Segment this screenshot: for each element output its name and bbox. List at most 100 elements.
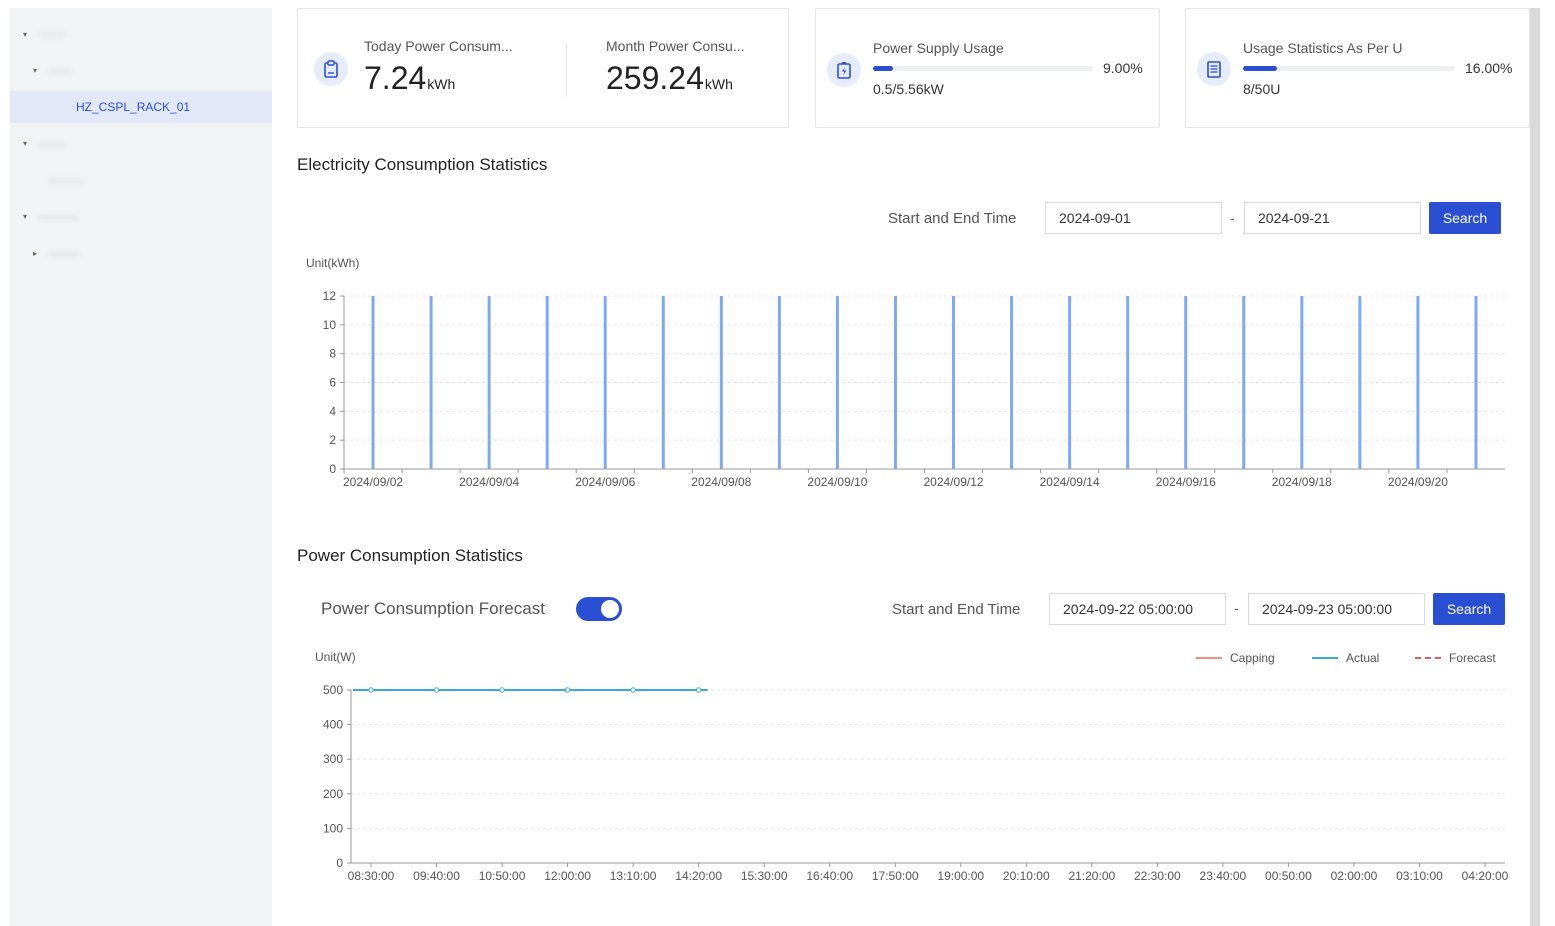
x-tick-label: 09:40:00 [413,869,460,883]
x-tick-label: 04:20:00 [1462,869,1509,883]
y-tick-label: 200 [323,787,343,801]
electricity-date-separator: - [1230,210,1235,226]
x-tick-label: 2024/09/20 [1388,475,1448,489]
x-tick-label: 2024/09/10 [807,475,867,489]
y-tick-label: 4 [329,404,336,418]
y-tick-label: 2 [329,433,336,447]
y-tick-label: 100 [323,821,343,835]
tree-node[interactable]: HZ_CSPL_RACK_01 [10,91,272,123]
server-rack-icon [1197,52,1231,86]
u-usage-progress [1243,66,1455,71]
tree-node-label: ······ [48,63,72,78]
bar [661,296,665,469]
x-tick-label: 2024/09/16 [1156,475,1216,489]
actual-point [499,687,505,693]
consumption-card: Today Power Consum... 7.24kWh Month Powe… [297,8,789,128]
y-tick-label: 12 [323,289,337,303]
caret-down-icon[interactable]: ▾ [20,30,30,39]
x-tick-label: 19:00:00 [937,869,984,883]
tree-node-label: ······· [38,27,66,41]
actual-point [564,687,571,693]
electricity-search-button[interactable]: Search [1429,202,1501,234]
y-axis-unit-label: Unit(W) [315,650,356,664]
caret-right-icon[interactable]: ▸ [30,249,40,258]
u-usage-value: 8/50U [1243,81,1281,97]
caret-down-icon[interactable]: ▾ [20,212,30,221]
tree-node[interactable]: ▾ ······· [10,18,272,50]
card-divider [566,43,567,97]
month-consumption-label: Month Power Consu... [606,38,745,54]
bar [1358,296,1362,469]
u-usage-card: Usage Statistics As Per U 16.00% 8/50U [1185,8,1530,128]
bar [835,296,839,469]
bar [1300,296,1304,469]
x-tick-label: 10:50:00 [479,869,526,883]
x-tick-label: 03:10:00 [1396,869,1443,883]
tree-node[interactable]: ▾ ······ [10,55,272,87]
page-scrollbar[interactable] [1530,8,1540,926]
power-supply-value: 0.5/5.56kW [873,81,944,97]
actual-point [630,687,636,693]
tree-node[interactable]: ▾ ·········· [10,201,272,233]
clipboard-icon [314,52,348,86]
month-consumption-unit: kWh [704,76,733,92]
x-tick-label: 13:10:00 [610,869,657,883]
bar [487,296,491,469]
today-consumption-label: Today Power Consum... [364,38,513,54]
power-line-chart: Unit(W) 0 100 200 300 400 500 08:30:00 09:40:00 1… [315,650,1509,883]
power-start-date-input[interactable]: 2024-09-22 05:00:00 [1049,593,1226,625]
power-supply-percent: 9.00% [1103,60,1143,76]
tree-node[interactable]: ▸ ········ [10,237,272,269]
y-tick-label: 10 [323,318,337,332]
caret-down-icon[interactable]: ▾ [20,139,30,148]
power-end-date-input[interactable]: 2024-09-23 05:00:00 [1248,593,1425,625]
bar [1242,296,1246,469]
today-consumption-value: 7.24kWh [364,60,456,96]
y-axis-unit-label: Unit(kWh) [306,256,359,270]
bar [893,296,897,469]
forecast-toggle[interactable] [576,597,622,621]
x-tick-label: 16:40:00 [806,869,853,883]
electricity-section-title: Electricity Consumption Statistics [297,155,548,174]
x-tick-label: 21:20:00 [1068,869,1115,883]
tree-node[interactable]: ········· [10,164,272,196]
x-tick-label: 2024/09/08 [691,475,751,489]
electricity-end-date-input[interactable]: 2024-09-21 [1244,202,1421,234]
y-tick-label: 400 [323,718,343,732]
x-tick-label: 12:00:00 [544,869,591,883]
bar [429,296,433,469]
bar [777,296,781,469]
forecast-toggle-label: Power Consumption Forecast [321,599,545,618]
actual-point [368,687,374,693]
power-date-separator: - [1234,600,1239,616]
tree-node-label: ·········· [38,209,78,224]
electricity-time-label: Start and End Time [888,210,1017,227]
x-tick-label: 15:30:00 [741,869,788,883]
y-tick-label: 0 [329,462,336,476]
month-consumption-value: 259.24kWh [606,60,733,96]
u-usage-percent: 16.00% [1465,60,1513,76]
actual-point [433,687,440,693]
bar [371,296,375,469]
tree-node-label: HZ_CSPL_RACK_01 [76,100,191,114]
y-tick-label: 0 [336,856,343,870]
x-tick-label: 20:10:00 [1003,869,1050,883]
electricity-start-date-input[interactable]: 2024-09-01 [1045,202,1222,234]
x-tick-label: 14:20:00 [675,869,722,883]
bar [952,296,956,469]
y-tick-label: 6 [329,376,336,390]
caret-down-icon[interactable]: ▾ [30,66,40,75]
power-search-button[interactable]: Search [1433,593,1505,625]
tree-node-label: ········ [48,246,80,260]
bar [603,296,607,469]
actual-point [695,687,702,693]
power-supply-label: Power Supply Usage [873,40,1004,56]
x-tick-label: 2024/09/18 [1272,475,1332,489]
tree-node-label: ········· [48,173,84,187]
bar [545,296,549,469]
today-consumption-unit: kWh [427,76,456,92]
x-tick-label: 2024/09/06 [575,475,635,489]
tree-node[interactable]: ▾ ······· [10,128,272,160]
x-tick-label: 02:00:00 [1331,869,1378,883]
x-tick-label: 2024/09/14 [1040,475,1100,489]
